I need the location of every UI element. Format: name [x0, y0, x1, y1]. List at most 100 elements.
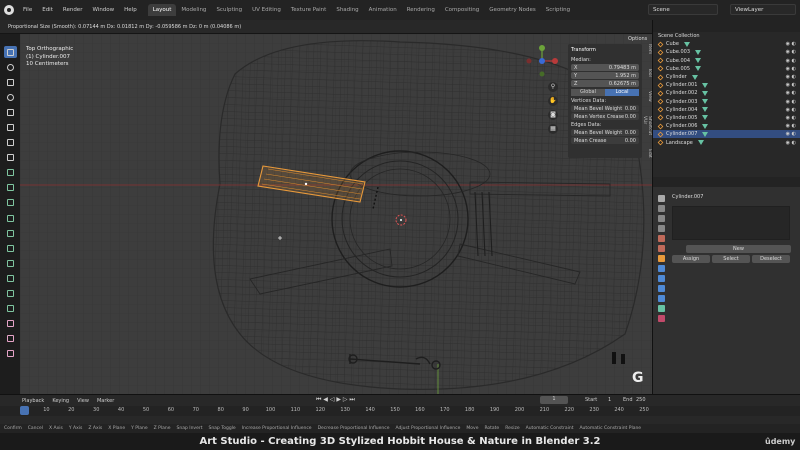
knife-tool[interactable]	[4, 242, 17, 254]
outliner-row[interactable]: Cube.005 ◉ ◐	[653, 65, 800, 73]
menu-help[interactable]: Help	[119, 7, 142, 13]
menu-file[interactable]: File	[18, 7, 37, 13]
view-layer-selector[interactable]: ViewLayer	[730, 4, 796, 15]
extrude-tool[interactable]	[4, 182, 17, 194]
tool-settings-icon[interactable]	[658, 195, 665, 202]
outliner-row[interactable]: Cylinder.002 ◉ ◐	[653, 89, 800, 97]
end-frame-value[interactable]: 250	[636, 397, 646, 403]
zoom-icon[interactable]: ⚲	[548, 82, 558, 92]
mean-bevel-weight-field[interactable]: Mean Bevel Weight 0.00	[571, 105, 639, 112]
blender-logo-icon[interactable]	[4, 5, 14, 15]
options-button[interactable]: Options	[628, 36, 647, 42]
outliner-row[interactable]: Cylinder.005 ◉ ◐	[653, 114, 800, 122]
move-tool[interactable]	[4, 76, 17, 88]
scene-selector[interactable]: Scene	[648, 4, 718, 15]
tab-scripting[interactable]: Scripting	[541, 4, 575, 16]
assign-button[interactable]: Assign	[672, 255, 710, 263]
world-icon[interactable]	[658, 245, 665, 252]
rotate-tool[interactable]	[4, 91, 17, 103]
visibility-icon[interactable]: ◉ ◐	[786, 90, 796, 96]
particles-icon[interactable]	[658, 275, 665, 282]
modifier-icon[interactable]	[658, 265, 665, 272]
global-button[interactable]: Global	[571, 89, 605, 96]
sidebar-tab-4[interactable]: Edit	[644, 149, 652, 158]
outliner-row[interactable]: Cube.004 ◉ ◐	[653, 57, 800, 65]
select-button[interactable]: Select	[712, 255, 750, 263]
transform-tool[interactable]	[4, 121, 17, 133]
scene-icon[interactable]	[658, 235, 665, 242]
keying-menu[interactable]: Keying	[52, 398, 69, 404]
visibility-icon[interactable]: ◉ ◐	[786, 131, 796, 137]
marker-menu[interactable]: Marker	[97, 398, 114, 404]
outliner-row[interactable]: Cylinder.007 ◉ ◐	[653, 130, 800, 139]
visibility-icon[interactable]: ◉ ◐	[786, 49, 796, 55]
tab-compositing[interactable]: Compositing	[440, 4, 484, 16]
sidebar-tab-2[interactable]: View	[644, 91, 652, 102]
spin-tool[interactable]	[4, 272, 17, 284]
menu-render[interactable]: Render	[58, 7, 88, 13]
start-frame-value[interactable]: 1	[608, 397, 611, 403]
measure-tool[interactable]	[4, 152, 17, 164]
playback-menu[interactable]: Playback	[22, 398, 44, 404]
local-button[interactable]: Local	[605, 89, 639, 96]
visibility-icon[interactable]: ◉ ◐	[786, 107, 796, 113]
visibility-icon[interactable]: ◉ ◐	[786, 82, 796, 88]
shrink-fatten-tool[interactable]	[4, 318, 17, 330]
tab-rendering[interactable]: Rendering	[402, 4, 440, 16]
constraints-icon[interactable]	[658, 295, 665, 302]
cursor-tool[interactable]	[4, 61, 17, 73]
deselect-button[interactable]: Deselect	[752, 255, 790, 263]
loop-cut-tool[interactable]	[4, 227, 17, 239]
inset-tool[interactable]	[4, 197, 17, 209]
view-layer-icon[interactable]	[658, 225, 665, 232]
mean-crease-field[interactable]: Mean Crease 0.00	[571, 137, 639, 144]
visibility-icon[interactable]: ◉ ◐	[786, 58, 796, 64]
sidebar-tab-3[interactable]: Shortcut VUr	[642, 116, 652, 135]
render-icon[interactable]	[658, 205, 665, 212]
neg-y-axis-icon[interactable]	[539, 71, 545, 77]
outliner-row[interactable]: Cube ◉ ◐	[653, 40, 800, 48]
scale-tool[interactable]	[4, 106, 17, 118]
outliner-row[interactable]: Cylinder.006 ◉ ◐	[653, 122, 800, 130]
tab-sculpting[interactable]: Sculpting	[211, 4, 247, 16]
material-slot-list[interactable]	[672, 206, 790, 240]
outliner-row[interactable]: Cylinder.001 ◉ ◐	[653, 81, 800, 89]
edge-slide-tool[interactable]	[4, 303, 17, 315]
poly-build-tool[interactable]	[4, 257, 17, 269]
grid-ortho-icon[interactable]: ▦	[548, 124, 558, 134]
bevel-tool[interactable]	[4, 212, 17, 224]
edge-bevel-weight-field[interactable]: Mean Bevel Weight 0.00	[571, 129, 639, 136]
select-box-tool[interactable]	[3, 46, 17, 59]
y-field[interactable]: Y 1.952 m	[571, 72, 639, 79]
tab-animation[interactable]: Animation	[364, 4, 402, 16]
sidebar-tab-0[interactable]: Item	[644, 44, 652, 54]
rip-tool[interactable]	[4, 348, 17, 360]
visibility-icon[interactable]: ◉ ◐	[786, 41, 796, 47]
material-icon[interactable]	[658, 315, 665, 322]
tab-geometry-nodes[interactable]: Geometry Nodes	[484, 4, 540, 16]
visibility-icon[interactable]: ◉ ◐	[786, 66, 796, 72]
tab-layout[interactable]: Layout	[147, 4, 177, 16]
tab-shading[interactable]: Shading	[331, 4, 363, 16]
y-axis-icon[interactable]	[539, 45, 545, 51]
outliner-row[interactable]: Cylinder ◉ ◐	[653, 73, 800, 81]
navigation-gizmo[interactable]	[525, 44, 559, 78]
pan-hand-icon[interactable]: ✋	[548, 96, 558, 106]
tab-uv-editing[interactable]: UV Editing	[247, 4, 286, 16]
outliner-row[interactable]: Cylinder.004 ◉ ◐	[653, 106, 800, 114]
annotate-tool[interactable]	[4, 137, 17, 149]
physics-icon[interactable]	[658, 285, 665, 292]
outliner-row[interactable]: Landscape ◉ ◐	[653, 138, 800, 146]
mean-vertex-crease-field[interactable]: Mean Vertex Crease 0.00	[571, 113, 639, 120]
playhead[interactable]	[20, 406, 29, 415]
tab-modeling[interactable]: Modeling	[176, 4, 211, 16]
menu-window[interactable]: Window	[87, 7, 119, 13]
x-field[interactable]: X 0.79483 m	[571, 64, 639, 71]
frame-ruler[interactable]: 1102030405060708090100110120130140150160…	[0, 406, 800, 416]
shear-tool[interactable]	[4, 333, 17, 345]
object-icon[interactable]	[658, 255, 665, 262]
visibility-icon[interactable]: ◉ ◐	[786, 115, 796, 121]
z-field[interactable]: Z 0.62675 m	[571, 80, 639, 87]
smooth-tool[interactable]	[4, 288, 17, 300]
neg-x-axis-icon[interactable]	[526, 58, 532, 64]
